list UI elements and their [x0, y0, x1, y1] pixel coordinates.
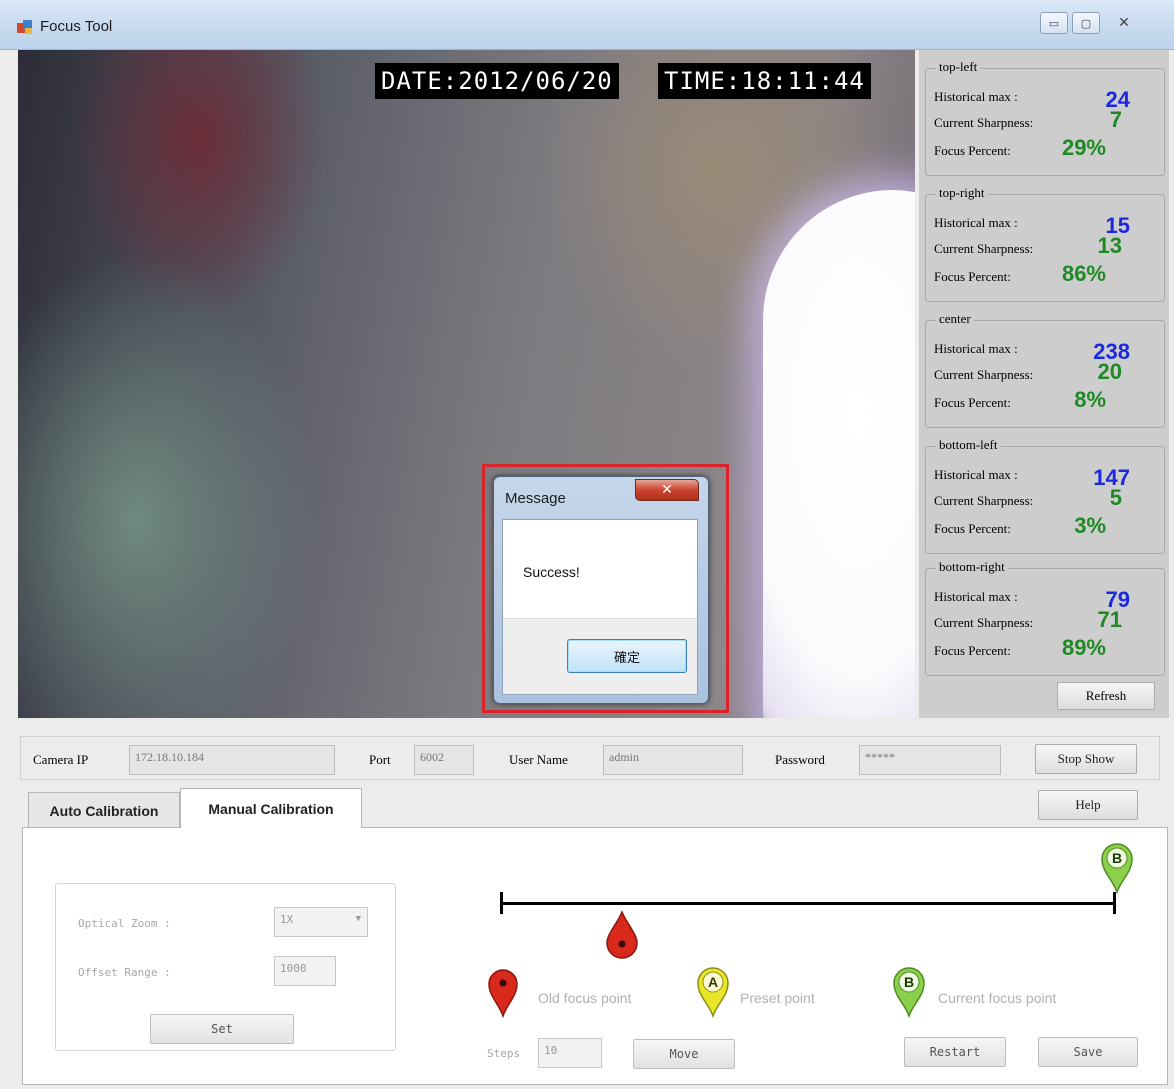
- region-group-top-right: top-right Historical max : 15 Current Sh…: [925, 185, 1165, 302]
- legend-old-focus-point: Old focus point: [538, 990, 632, 1006]
- current-focus-legend-icon: B: [892, 966, 926, 1023]
- sharpness-panel: top-left Historical max : 24 Current Sha…: [919, 50, 1169, 718]
- pin-b-letter-legend: B: [904, 974, 914, 990]
- connection-bar: Camera IP 172.18.10.184 Port 6002 User N…: [20, 736, 1160, 780]
- optical-zoom-select[interactable]: 1X ▼: [274, 907, 368, 937]
- title-bar: Focus Tool ▭ ▢ ✕: [0, 0, 1174, 50]
- video-time-overlay: TIME:18:11:44: [658, 63, 871, 99]
- legend-current-focus-point: Current focus point: [938, 990, 1057, 1006]
- current-sharpness-label: Current Sharpness:: [934, 367, 1034, 382]
- camera-video-feed: DATE:2012/06/20 TIME:18:11:44: [18, 50, 915, 718]
- stop-show-button[interactable]: Stop Show: [1035, 744, 1137, 774]
- message-dialog: Message ✕ Success! 確定: [493, 476, 709, 704]
- focus-percent-label: Focus Percent:: [934, 269, 1011, 284]
- historical-max-label: Historical max :: [934, 215, 1018, 230]
- region-label: bottom-left: [936, 437, 1001, 453]
- historical-max-label: Historical max :: [934, 341, 1018, 356]
- minimize-button[interactable]: ▭: [1040, 12, 1068, 34]
- set-button[interactable]: Set: [150, 1014, 294, 1044]
- zoom-settings-group: Optical Zoom : 1X ▼ Offset Range : 1000 …: [55, 883, 396, 1051]
- camera-ip-field[interactable]: 172.18.10.184: [129, 745, 335, 775]
- region-group-bottom-left: bottom-left Historical max : 147 Current…: [925, 437, 1165, 554]
- port-label: Port: [369, 752, 391, 767]
- region-label: top-right: [936, 185, 988, 201]
- move-button[interactable]: Move: [633, 1039, 735, 1069]
- focus-percent-label: Focus Percent:: [934, 395, 1011, 410]
- legend-preset-point: Preset point: [740, 990, 815, 1006]
- historical-max-label: Historical max :: [934, 589, 1018, 604]
- maximize-button[interactable]: ▢: [1072, 12, 1100, 34]
- current-sharpness-value: 7: [1109, 107, 1122, 132]
- optical-zoom-label: Optical Zoom :: [78, 917, 171, 930]
- current-focus-marker: B: [1100, 842, 1134, 899]
- focus-percent-label: Focus Percent:: [934, 643, 1011, 658]
- dialog-message: Success!: [523, 564, 580, 580]
- dialog-body: Success! 確定: [502, 519, 698, 695]
- current-sharpness-label: Current Sharpness:: [934, 615, 1034, 630]
- port-field[interactable]: 6002: [414, 745, 474, 775]
- focus-percent-value: 3%: [1074, 513, 1106, 538]
- track-start-tick: [500, 892, 503, 914]
- focus-percent-label: Focus Percent:: [934, 521, 1011, 536]
- region-group-center: center Historical max : 238 Current Shar…: [925, 311, 1165, 428]
- current-sharpness-value: 71: [1097, 607, 1122, 632]
- old-focus-legend-icon: [488, 968, 518, 1023]
- tab-manual-calibration[interactable]: Manual Calibration: [180, 788, 362, 828]
- chevron-down-icon: ▼: [355, 914, 361, 924]
- close-window-button[interactable]: ✕: [1104, 12, 1144, 34]
- focus-percent-value: 8%: [1074, 387, 1106, 412]
- offset-range-field[interactable]: 1000: [274, 956, 336, 986]
- dialog-ok-button[interactable]: 確定: [567, 639, 687, 673]
- dialog-footer: 確定: [503, 618, 697, 694]
- offset-range-label: Offset Range :: [78, 966, 171, 979]
- steps-label: Steps: [487, 1047, 521, 1060]
- focus-percent-value: 89%: [1061, 635, 1106, 660]
- current-sharpness-value: 5: [1109, 485, 1122, 510]
- preset-legend-icon: A: [696, 966, 730, 1023]
- focus-tool-window: Focus Tool ▭ ▢ ✕ DATE:2012/06/20 TIME:18…: [0, 0, 1174, 1089]
- optical-zoom-value: 1X: [280, 913, 294, 926]
- app-icon: [16, 19, 34, 35]
- old-focus-marker: [605, 910, 639, 965]
- current-sharpness-label: Current Sharpness:: [934, 241, 1034, 256]
- restart-button[interactable]: Restart: [904, 1037, 1006, 1067]
- region-label: center: [936, 311, 974, 327]
- current-sharpness-label: Current Sharpness:: [934, 115, 1034, 130]
- username-field[interactable]: admin: [603, 745, 743, 775]
- username-label: User Name: [509, 752, 568, 767]
- pin-a-letter: A: [708, 974, 718, 990]
- current-sharpness-label: Current Sharpness:: [934, 493, 1034, 508]
- bright-reflection: [763, 190, 915, 718]
- focus-percent-value: 86%: [1061, 261, 1106, 286]
- region-group-bottom-right: bottom-right Historical max : 79 Current…: [925, 559, 1165, 676]
- steps-field[interactable]: 10: [538, 1038, 602, 1068]
- focus-percent-value: 29%: [1061, 135, 1106, 160]
- pin-b-letter: B: [1112, 850, 1122, 866]
- refresh-button[interactable]: Refresh: [1057, 682, 1155, 710]
- password-field[interactable]: *****: [859, 745, 1001, 775]
- help-button[interactable]: Help: [1038, 790, 1138, 820]
- dialog-title: Message: [505, 490, 566, 507]
- video-date-overlay: DATE:2012/06/20: [375, 63, 619, 99]
- current-sharpness-value: 20: [1097, 359, 1122, 384]
- focus-percent-label: Focus Percent:: [934, 143, 1011, 158]
- historical-max-label: Historical max :: [934, 467, 1018, 482]
- save-button[interactable]: Save: [1038, 1037, 1138, 1067]
- camera-ip-label: Camera IP: [33, 752, 89, 767]
- tab-auto-calibration[interactable]: Auto Calibration: [28, 792, 180, 828]
- region-label: bottom-right: [936, 559, 1008, 575]
- current-sharpness-value: 13: [1097, 233, 1122, 258]
- dialog-close-button[interactable]: ✕: [635, 479, 699, 501]
- region-group-top-left: top-left Historical max : 24 Current Sha…: [925, 59, 1165, 176]
- window-title: Focus Tool: [40, 18, 113, 35]
- focus-track-line: [501, 902, 1116, 905]
- region-label: top-left: [936, 59, 981, 75]
- password-label: Password: [775, 752, 825, 767]
- historical-max-label: Historical max :: [934, 89, 1018, 104]
